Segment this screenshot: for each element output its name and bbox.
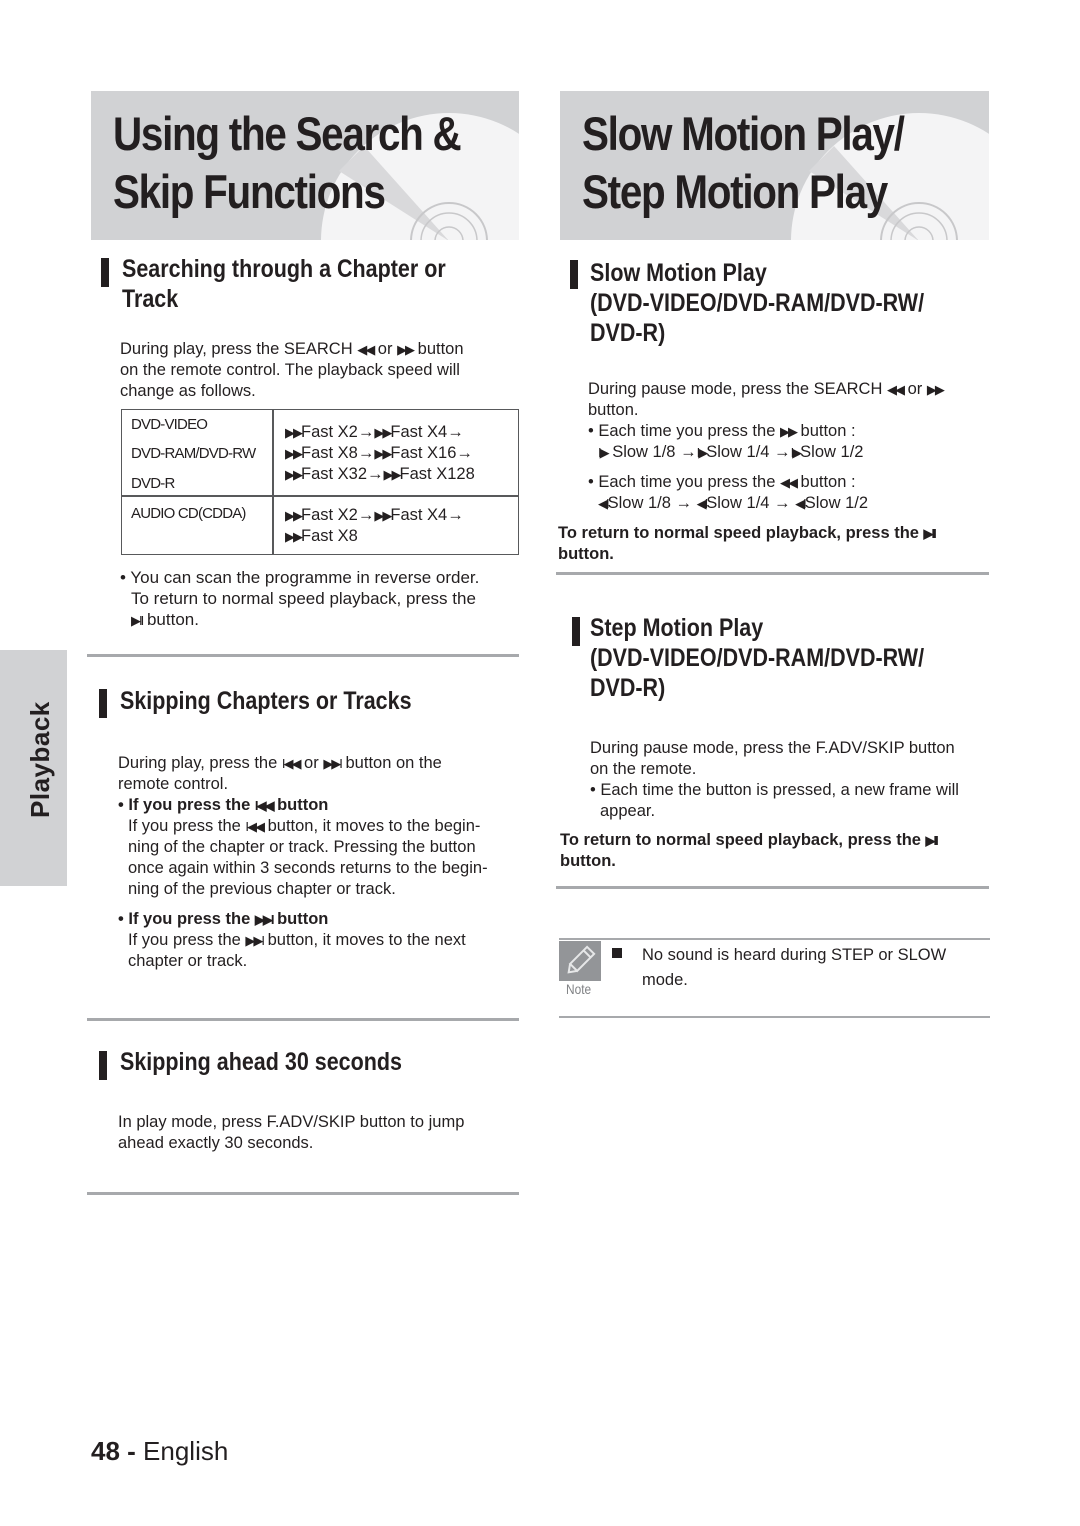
step-motion-body: During pause mode, press the F.ADV/SKIP … bbox=[590, 739, 959, 820]
fast-forward-icon: ▶▶ bbox=[285, 425, 303, 440]
heading-searching: Searching through a Chapter or Track bbox=[122, 255, 446, 313]
heading-bar bbox=[570, 260, 578, 289]
divider bbox=[556, 886, 989, 889]
disc-type-label: DVD-RAM/DVD-RW bbox=[131, 445, 256, 462]
skip-next-icon: ▶▶I bbox=[245, 933, 265, 948]
play-pause-icon: ▶II bbox=[925, 833, 939, 848]
slow-reverse-icon: ◀I bbox=[795, 496, 807, 511]
slow-reverse-icon: ◀I bbox=[696, 496, 709, 511]
play-pause-icon: ▶II bbox=[923, 526, 937, 541]
disc-type-label: AUDIO CD(CDDA) bbox=[131, 505, 246, 522]
skip-previous-icon: I◀◀ bbox=[245, 819, 265, 834]
note-bullet-icon bbox=[612, 948, 622, 958]
divider bbox=[556, 572, 989, 575]
left-banner: Using the Search & Skip Functions bbox=[91, 91, 519, 240]
fast-forward-icon: ▶▶ bbox=[285, 529, 303, 544]
rewind-icon: ◀◀ bbox=[779, 475, 798, 490]
fast-forward-icon: ▶▶ bbox=[285, 446, 303, 461]
heading-skipping-chapters: Skipping Chapters or Tracks bbox=[120, 687, 412, 715]
skipping-intro: During play, press the I◀◀ or ▶▶I button… bbox=[118, 754, 488, 970]
skip-next-icon: ▶▶I bbox=[323, 756, 343, 771]
heading-slow-motion: Slow Motion Play (DVD-VIDEO/DVD-RAM/DVD-… bbox=[590, 259, 925, 347]
page-number: 48 bbox=[91, 1436, 120, 1466]
skip-30-body: In play mode, press F.ADV/SKIP button to… bbox=[118, 1113, 465, 1152]
slow-forward-icon: I▶ bbox=[790, 445, 803, 460]
fast-forward-icon: ▶▶ bbox=[383, 467, 402, 482]
note-top-rule bbox=[559, 938, 990, 940]
note-label: Note bbox=[566, 981, 592, 997]
fast-forward-icon: ▶▶ bbox=[285, 467, 303, 482]
slow-reverse-icon: ◀I bbox=[598, 496, 610, 511]
page-footer: 48 - English bbox=[91, 1436, 229, 1466]
slow-forward-icon: I▶ bbox=[696, 445, 709, 460]
page-language: English bbox=[143, 1436, 229, 1466]
divider bbox=[87, 1018, 519, 1021]
rewind-icon: ◀◀ bbox=[357, 342, 375, 357]
page-title-left: Using the Search & Skip Functions bbox=[113, 107, 462, 218]
speed-sequence: ▶▶Fast X2→▶▶Fast X4→ ▶▶Fast X8→▶▶Fast X1… bbox=[285, 423, 475, 483]
heading-bar bbox=[99, 1051, 107, 1080]
fast-forward-icon: ▶▶ bbox=[926, 382, 945, 397]
reverse-scan-note: • You can scan the programme in reverse … bbox=[120, 568, 480, 629]
note-box bbox=[559, 941, 601, 981]
skip-previous-icon: I◀◀ bbox=[254, 798, 275, 813]
fast-forward-icon: ▶▶ bbox=[374, 446, 392, 461]
divider bbox=[87, 654, 519, 657]
heading-bar bbox=[101, 258, 109, 287]
page-title-right: Slow Motion Play/ Step Motion Play bbox=[582, 107, 905, 218]
side-tab-playback: Playback bbox=[0, 650, 67, 886]
heading-bar bbox=[99, 689, 107, 718]
step-return-note: To return to normal speed playback, pres… bbox=[560, 831, 939, 870]
note-text: No sound is heard during STEP or SLOW mo… bbox=[642, 946, 947, 989]
slow-motion-body: During pause mode, press the SEARCH ◀◀ o… bbox=[588, 380, 945, 512]
heading-bar bbox=[572, 617, 580, 646]
rewind-icon: ◀◀ bbox=[886, 382, 905, 397]
fast-forward-icon: ▶▶ bbox=[374, 425, 392, 440]
speed-table: DVD-VIDEO DVD-RAM/DVD-RW DVD-R ▶▶Fast X2… bbox=[121, 409, 519, 555]
fast-forward-icon: ▶▶ bbox=[285, 508, 303, 523]
disc-type-label: DVD-VIDEO bbox=[131, 416, 208, 433]
disc-type-label: DVD-R bbox=[131, 475, 175, 492]
pencil-icon bbox=[567, 945, 596, 974]
slow-forward-icon: I▶ bbox=[598, 445, 610, 460]
side-tab-label: Playback bbox=[25, 701, 55, 818]
heading-step-motion: Step Motion Play (DVD-VIDEO/DVD-RAM/DVD-… bbox=[590, 614, 925, 702]
fast-forward-icon: ▶▶ bbox=[397, 342, 415, 357]
right-banner: Slow Motion Play/ Step Motion Play bbox=[560, 91, 989, 240]
skip-next-icon: ▶▶I bbox=[254, 912, 275, 927]
skip-previous-icon: I◀◀ bbox=[281, 756, 302, 771]
divider bbox=[87, 1192, 519, 1195]
note-bottom-rule bbox=[559, 1016, 990, 1018]
fast-forward-icon: ▶▶ bbox=[374, 508, 392, 523]
heading-skip-30: Skipping ahead 30 seconds bbox=[120, 1048, 402, 1076]
speed-sequence: ▶▶Fast X2→▶▶Fast X4→ ▶▶Fast X8 bbox=[285, 506, 464, 545]
fast-forward-icon: ▶▶ bbox=[779, 424, 798, 439]
searching-intro: During play, press the SEARCH ◀◀ or ▶▶ b… bbox=[120, 340, 464, 400]
play-pause-icon: ▶II bbox=[131, 613, 144, 628]
slow-return-note: To return to normal speed playback, pres… bbox=[558, 524, 937, 563]
